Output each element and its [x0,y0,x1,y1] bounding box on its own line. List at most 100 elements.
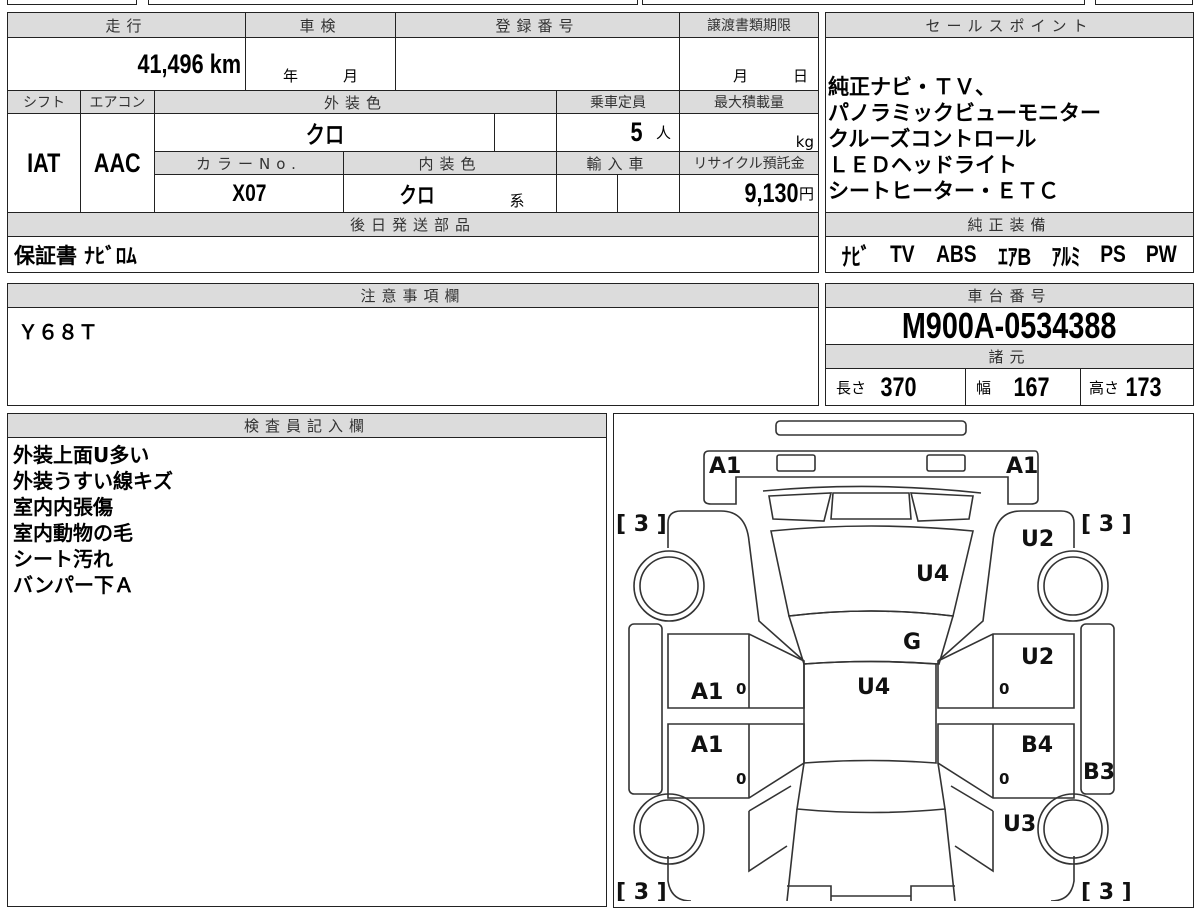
windshield-shape [787,610,955,665]
oem-equipment-body: ﾅﾋﾞ TV ABS ｴｱB ｱﾙﾐ PS PW [825,236,1194,273]
diagram-mark: 0 [999,680,1009,698]
max-load-header: 最大積載量 [679,90,819,114]
color-no-text: X07 [231,179,267,207]
left-front-fender [667,510,805,662]
top-cell [1095,0,1193,5]
height-label: 高さ [1089,378,1120,397]
equipment-item: ｴｱB [998,244,1032,271]
rear-end-shape [667,856,1075,901]
left-headlight-shape [776,454,816,472]
recycle-fee-header: リサイクル預託金 [679,151,819,175]
aircon-value: AAC [80,113,155,213]
top-cell [642,0,1085,5]
diagram-mark: 0 [736,680,746,698]
shift-value: IAT [7,113,81,213]
registration-value [395,37,680,91]
diagram-mark: B4 [1021,733,1053,758]
inspector-header: 検査員記入欄 [7,413,607,438]
recycle-fee-text: 9,130 [744,178,799,208]
exterior-color-text: クロ [305,122,344,149]
aircon-text: AAC [94,147,141,178]
equipment-item: ABS [935,240,977,268]
later-parts-text: 保証書 ﾅﾋﾞﾛﾑ [14,243,137,268]
front-left-wheel [639,556,699,616]
spec-width: 幅 167 [965,368,1081,406]
diagram-mark: [ 3 ] [616,512,667,537]
top-cell [148,0,638,5]
sales-point-item: 純正ナビ・ＴＶ、 [828,75,996,99]
notes-body: Ｙ６８Ｔ [7,307,819,406]
equipment-item: PW [1145,240,1177,268]
chassis-no-text: M900A-0534388 [902,307,1117,345]
exterior-color-extra [494,113,557,152]
sales-point-header: セールスポイント [825,12,1194,38]
color-no-value: X07 [154,174,344,213]
rear-quarter-shape [748,785,994,901]
deadline-value: 月日 [679,37,819,91]
height-value: 173 [1125,371,1162,402]
shift-header: シフト [7,90,81,114]
diagram-mark: A1 [691,733,723,758]
diagram-mark: 0 [736,770,746,788]
chassis-no-header: 車台番号 [825,283,1194,308]
capacity-text: 5 [630,117,643,147]
oem-equipment-header: 純正装備 [825,212,1194,237]
interior-color-value: クロ 系 [343,174,557,213]
diagram-mark: G [903,630,921,655]
mileage-number: 41,496 [137,48,204,79]
max-load-value: kg [679,113,819,152]
later-parts-header: 後日発送部品 [7,212,819,237]
right-headlight-shape [926,454,966,472]
year-label: 年 [282,67,298,85]
grille-shape [762,485,982,522]
sales-point-body: 純正ナビ・ＴＶ、 パノラミックビューモニター クルーズコントロール ＬＥＤヘッド… [825,37,1194,213]
inspection-value: 年月 [245,37,396,91]
month-label: 月 [343,67,359,85]
inspector-note: バンパー下Ａ [13,573,134,597]
later-parts-value: 保証書 ﾅﾋﾞﾛﾑ [7,236,819,273]
exterior-color-value: クロ [154,113,495,152]
diagram-mark: U4 [857,675,890,700]
inspector-note: シート汚れ [13,547,113,571]
equipment-item: ﾅﾋﾞ [841,244,871,271]
notes-header: 注意事項欄 [7,283,819,308]
diagram-mark: B3 [1083,760,1115,785]
sales-point-item: シートヒーター・ＥＴＣ [828,179,1059,203]
diagram-mark: A1 [691,680,723,705]
diagram-mark: U2 [1021,527,1054,552]
recycle-unit: 円 [798,185,814,203]
capacity-unit: 人 [655,124,671,142]
equipment-item: PS [1100,240,1126,268]
deadline-day: 日 [792,67,808,85]
width-value: 167 [1013,371,1050,402]
inspector-note: 外装上面U多い [13,443,150,467]
transfer-deadline-header: 譲渡書類期限 [679,12,819,38]
diagram-mark: A1 [1006,454,1038,479]
chassis-no-value: M900A-0534388 [825,307,1194,345]
exterior-color-header: 外装色 [154,90,557,114]
diagram-mark: [ 3 ] [1081,512,1132,537]
spec-length: 長さ 370 [825,368,966,406]
sales-point-item: ＬＥＤヘッドライト [828,153,1017,177]
spec-height: 高さ 173 [1080,368,1194,406]
equipment-item: ｱﾙﾐ [1051,244,1081,271]
sales-point-item: クルーズコントロール [828,127,1037,151]
diagram-mark: 0 [999,770,1009,788]
diagram-mark: U4 [916,562,949,587]
imported-header: 輸入車 [556,151,680,175]
interior-suffix: 系 [509,192,525,210]
inspector-note: 室内内張傷 [13,495,113,519]
recycle-fee-value: 9,130 円 [679,174,819,213]
interior-color-text: クロ [399,182,436,208]
imported-value-2 [617,174,680,213]
length-label: 長さ [836,378,867,397]
aircon-header: エアコン [80,90,155,114]
registration-header: 登録番号 [395,12,680,38]
car-damage-diagram: A1 A1 [ 3 ] [ 3 ] U2 U4 G U2 U4 A1 A1 B4… [613,413,1194,908]
mileage-value: 41,496 km [7,37,246,91]
rear-left-wheel [639,799,699,859]
equipment-item: TV [890,240,915,268]
shift-text: IAT [27,147,61,178]
diagram-mark: U3 [1003,812,1036,837]
inspection-header: 車検 [245,12,396,38]
